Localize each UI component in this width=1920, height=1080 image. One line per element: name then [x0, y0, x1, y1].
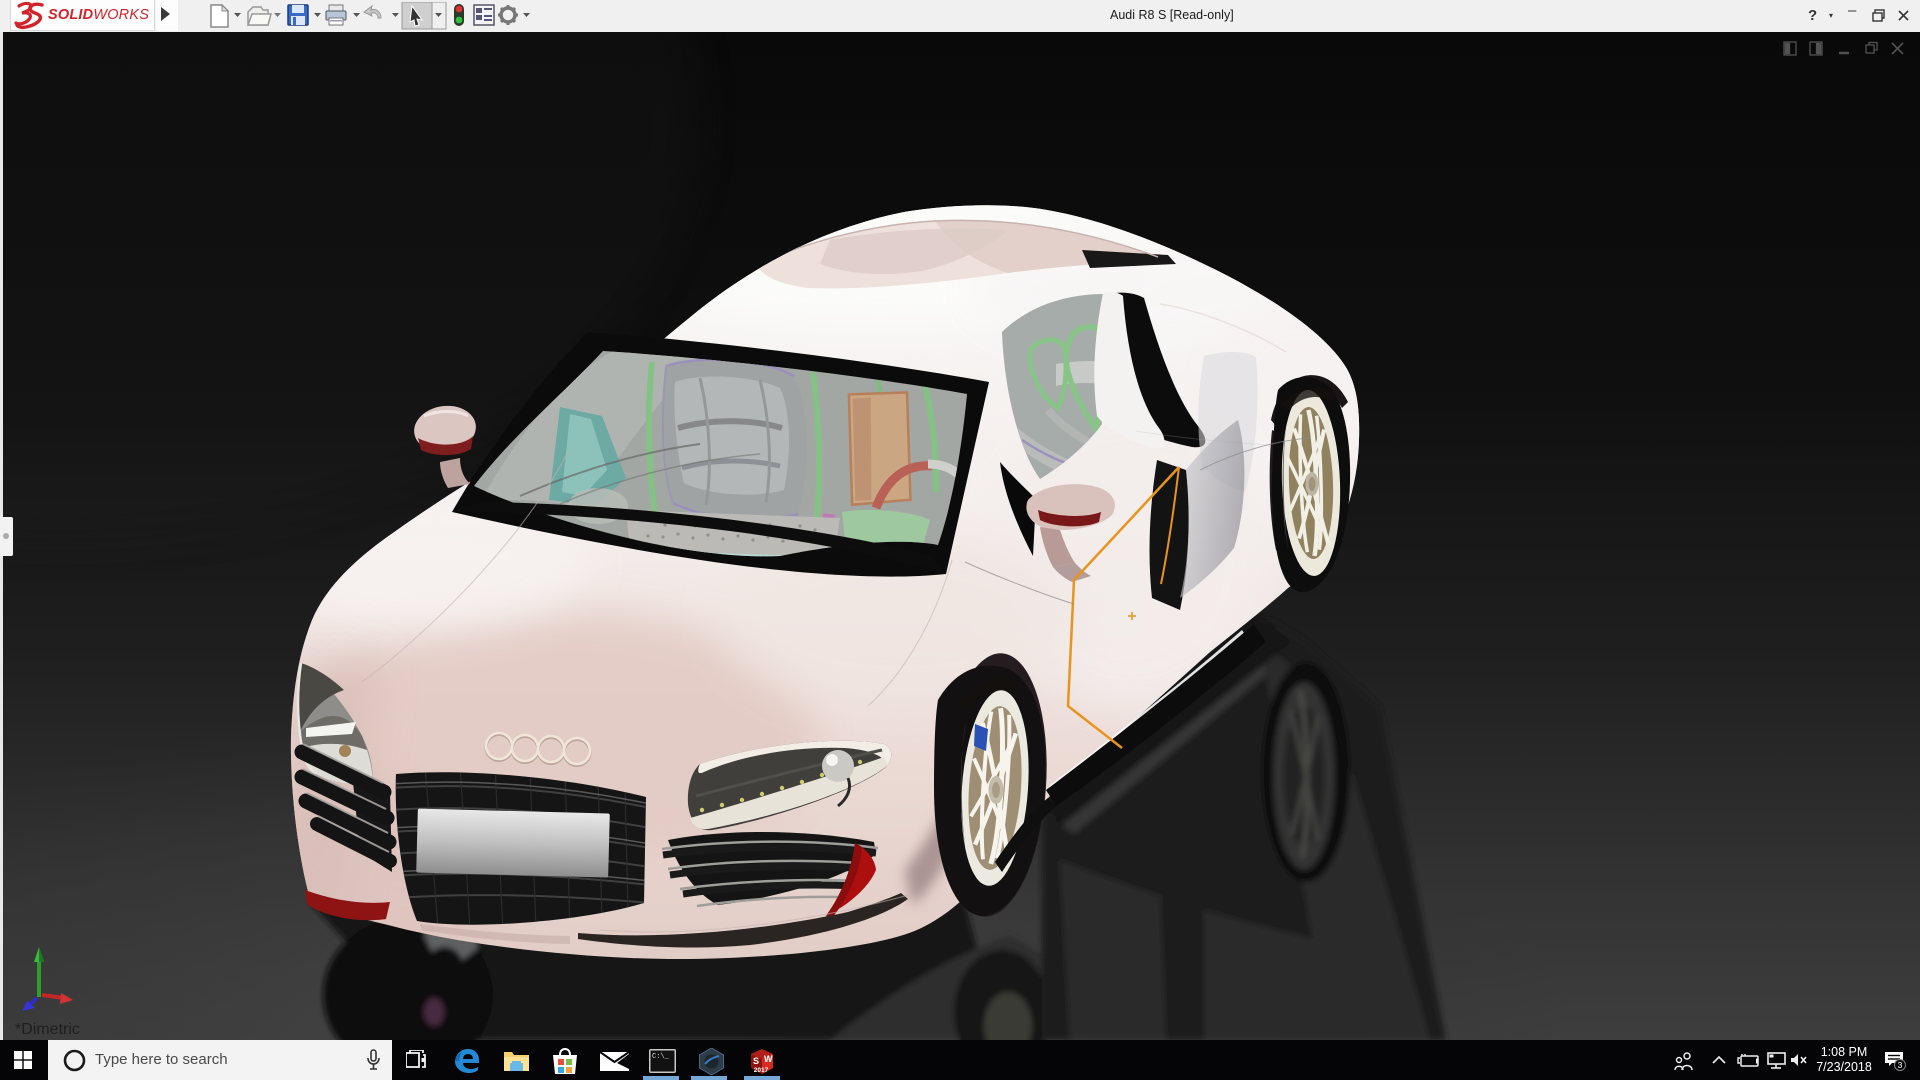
svg-text:S: S — [753, 1056, 759, 1066]
svg-text:W: W — [764, 1054, 773, 1064]
svg-text:C:\_: C:\_ — [652, 1053, 670, 1061]
svg-text:3: 3 — [1898, 1060, 1903, 1070]
svg-text:2017: 2017 — [754, 1067, 769, 1074]
